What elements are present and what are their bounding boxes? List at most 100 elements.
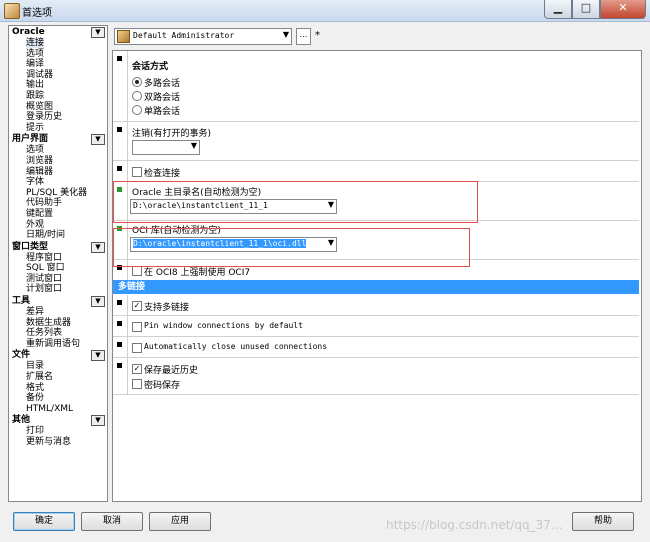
preferences-window: 首选项 ▁ □ ✕ Oracle ▼ 连接 选项 编译 调试器 输出 跟踪 概览图 登录历史 提示用… — [0, 0, 650, 542]
tree-category-label: 文件 — [12, 350, 31, 361]
tree-item[interactable]: 代码助手 — [9, 198, 107, 209]
title-bar: 首选项 ▁ □ ✕ — [0, 0, 650, 22]
tree-item[interactable]: 备份 — [9, 393, 107, 404]
tree-item[interactable]: 任务列表 — [9, 328, 107, 339]
tree-item[interactable]: 连接 — [9, 38, 107, 49]
tree-item-label: 格式 — [26, 382, 45, 393]
check-connection-checkbox[interactable] — [132, 167, 142, 177]
profile-more-button[interactable]: ... — [296, 28, 311, 45]
radio-dual-session[interactable] — [132, 91, 142, 101]
help-button[interactable]: 帮助 — [572, 512, 634, 531]
tree-item[interactable]: 数据生成器 — [9, 318, 107, 329]
collapse-toggle-icon[interactable]: ▼ — [91, 134, 105, 146]
tree-item[interactable]: 格式 — [9, 383, 107, 394]
tree-item-label: 差异 — [26, 307, 45, 318]
category-tree[interactable]: Oracle ▼ 连接 选项 编译 调试器 输出 跟踪 概览图 登录历史 提示 用户界面 ▼ 选项 浏览器编… — [8, 25, 108, 502]
session-mode-section: 会话方式 多路会话 双路会话 单路会话 — [113, 51, 639, 122]
tree-item[interactable]: 键配置 — [9, 209, 107, 220]
close-button[interactable]: ✕ — [600, 0, 646, 19]
tree-item-label: 日期/时间 — [26, 230, 66, 241]
history-section: ✓ 保存最近历史 密码保存 — [113, 358, 639, 395]
tree-item[interactable]: 更新与消息 — [9, 437, 107, 448]
tree-item[interactable]: SQL 窗口 — [9, 263, 107, 274]
watermark: https://blog.csdn.net/qq_37... — [386, 518, 563, 532]
auto-close-checkbox[interactable] — [132, 343, 142, 353]
tree-item-label: 编译 — [26, 59, 45, 70]
tree-category[interactable]: 其他 ▼ — [9, 415, 107, 427]
tree-item[interactable]: 跟踪 — [9, 91, 107, 102]
tree-item[interactable]: 输出 — [9, 80, 107, 91]
tree-category[interactable]: 工具 ▼ — [9, 296, 107, 308]
force-oci7-checkbox[interactable] — [132, 266, 142, 276]
tree-item[interactable]: 概览图 — [9, 102, 107, 113]
session-mode-title: 会话方式 — [132, 62, 169, 72]
tree-item-label: 扩展名 — [26, 372, 54, 383]
logoff-title: 注销(有打开的事务) — [132, 129, 212, 139]
profile-bar: Default Administrator ▼ ... * — [112, 25, 642, 47]
tree-item[interactable]: 字体 — [9, 177, 107, 188]
tree-item[interactable]: 差异 — [9, 307, 107, 318]
tree-item[interactable]: 编辑器 — [9, 167, 107, 178]
radio-multi-session[interactable] — [132, 77, 142, 87]
cancel-button[interactable]: 取消 — [81, 512, 143, 531]
minimize-button[interactable]: ▁ — [544, 0, 572, 19]
tree-item[interactable]: 调试器 — [9, 70, 107, 81]
maximize-button[interactable]: □ — [572, 0, 600, 19]
tree-item[interactable]: 扩展名 — [9, 372, 107, 383]
tree-item[interactable]: 浏览器 — [9, 156, 107, 167]
pin-window-label: Pin window connections by default — [144, 321, 303, 330]
tree-item[interactable]: 重新调用语句 — [9, 339, 107, 350]
check-connection-section: 检查连接 — [113, 161, 639, 182]
apply-button[interactable]: 应用 — [149, 512, 211, 531]
tree-item-label: 打印 — [26, 426, 45, 437]
save-history-label: 保存最近历史 — [144, 366, 199, 376]
tree-item[interactable]: 登录历史 — [9, 112, 107, 123]
tree-item[interactable]: 日期/时间 — [9, 230, 107, 241]
tree-item[interactable]: 目录 — [9, 361, 107, 372]
tree-category[interactable]: Oracle ▼ — [9, 27, 107, 38]
tree-item[interactable]: 选项 — [9, 49, 107, 60]
tree-item-label: 调试器 — [26, 69, 54, 80]
logoff-section: 注销(有打开的事务) ▼ — [113, 122, 639, 161]
radio-single-session[interactable] — [132, 105, 142, 115]
tree-category-label: 工具 — [12, 296, 31, 307]
support-multi-label: 支持多链接 — [144, 303, 190, 313]
tree-item-label: 任务列表 — [26, 328, 63, 339]
tree-item[interactable]: 编译 — [9, 59, 107, 70]
support-multi-checkbox[interactable]: ✓ — [132, 301, 142, 311]
tree-item[interactable]: 选项 — [9, 145, 107, 156]
options-pane: 会话方式 多路会话 双路会话 单路会话 注销(有打开的事务) ▼ 检查连接 Or… — [112, 50, 642, 502]
tree-category[interactable]: 用户界面 ▼ — [9, 134, 107, 146]
collapse-toggle-icon[interactable]: ▼ — [91, 350, 105, 362]
save-history-checkbox[interactable]: ✓ — [132, 364, 142, 374]
ok-button[interactable]: 确定 — [13, 512, 75, 531]
tree-item[interactable]: 计划窗口 — [9, 284, 107, 295]
tree-category-label: 其他 — [12, 415, 31, 426]
tree-item-label: PL/SQL 美化器 — [26, 187, 88, 198]
save-password-label: 密码保存 — [144, 381, 181, 391]
logoff-combo[interactable]: ▼ — [132, 140, 200, 155]
tree-item[interactable]: 外观 — [9, 220, 107, 231]
collapse-toggle-icon[interactable]: ▼ — [91, 241, 105, 253]
tree-category[interactable]: 窗口类型 ▼ — [9, 241, 107, 253]
save-password-checkbox[interactable] — [132, 379, 142, 389]
collapse-toggle-icon[interactable]: ▼ — [91, 296, 105, 308]
highlight-oracle-home — [113, 181, 478, 223]
collapse-toggle-icon[interactable]: ▼ — [91, 415, 105, 427]
tree-item[interactable]: 提示 — [9, 123, 107, 134]
tree-item[interactable]: 程序窗口 — [9, 253, 107, 264]
tree-item[interactable]: PL/SQL 美化器 — [9, 188, 107, 199]
tree-item[interactable]: 测试窗口 — [9, 274, 107, 285]
pin-window-checkbox[interactable] — [132, 322, 142, 332]
radio-label-dual: 双路会话 — [144, 93, 181, 103]
tree-category[interactable]: 文件 ▼ — [9, 350, 107, 362]
profile-combo[interactable]: Default Administrator ▼ — [114, 28, 292, 45]
app-icon — [4, 3, 20, 19]
chevron-down-icon: ▼ — [282, 30, 289, 39]
tree-item[interactable]: 打印 — [9, 426, 107, 437]
tree-item[interactable]: HTML/XML — [9, 404, 107, 415]
profile-value: Default Administrator — [133, 31, 235, 40]
collapse-toggle-icon[interactable]: ▼ — [91, 27, 105, 38]
tree-item-label: 更新与消息 — [26, 437, 72, 447]
tree-item-label: 重新调用语句 — [26, 338, 81, 349]
